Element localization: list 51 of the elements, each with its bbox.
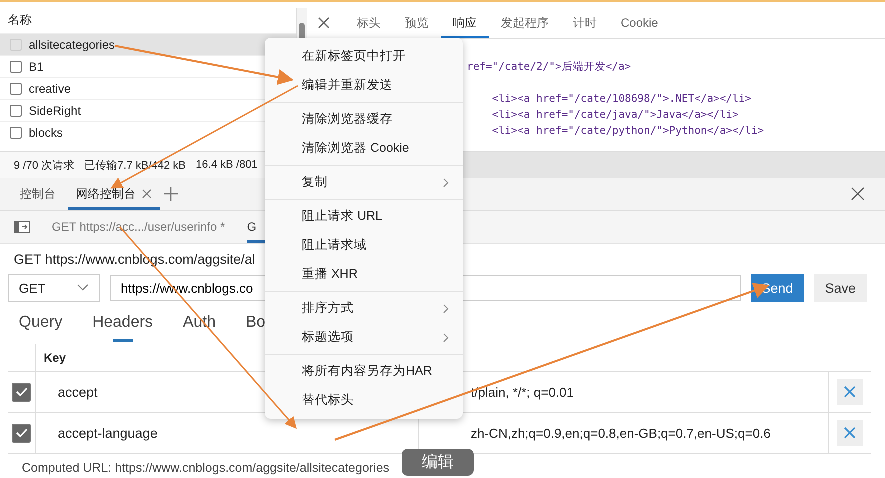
drawer-tab[interactable]: 网络控制台: [68, 178, 160, 210]
checkbox[interactable]: [12, 382, 31, 402]
delete-button[interactable]: [837, 420, 863, 446]
column-header: 名称: [7, 12, 33, 29]
panel-tab[interactable]: 计时: [561, 8, 609, 38]
code-line: <li><a href="/cate/python/">Python</a></li>: [491, 124, 766, 139]
sidebar-toggle-icon[interactable]: [14, 221, 30, 233]
code-line: <li><a href="/cate/108698/">.NET</a></li>: [491, 92, 752, 107]
checkbox[interactable]: [12, 424, 31, 442]
panel-tab[interactable]: Cookie: [609, 8, 670, 38]
panel-tab[interactable]: 发起程序: [489, 8, 561, 38]
plus-icon[interactable]: [164, 187, 178, 201]
method-select[interactable]: GET: [8, 274, 100, 302]
menu-item[interactable]: 标题选项: [265, 323, 463, 352]
menu-item[interactable]: 阻止请求 URL: [265, 202, 463, 231]
drawer-tab[interactable]: 控制台: [12, 178, 64, 210]
close-icon[interactable]: [851, 187, 865, 201]
section-tab[interactable]: Query: [19, 314, 63, 342]
chevron-icon: [77, 284, 89, 292]
close-icon[interactable]: [317, 16, 331, 30]
caption-label: 编辑: [402, 449, 474, 476]
delete-button[interactable]: [837, 379, 863, 405]
computed-url: Computed URL: https://www.cnblogs.com/aggsite/allsitecategories: [22, 461, 390, 475]
close-icon[interactable]: [142, 189, 152, 199]
request-tab[interactable]: GET https://acc.../user/userinfo *: [52, 211, 226, 243]
menu-item[interactable]: 重播 XHR: [265, 260, 463, 289]
status-text: 9 /70 次请求: [14, 158, 75, 172]
menu-item[interactable]: 替代标头: [265, 386, 463, 415]
table-cell: t/plain, */*; q=0.01: [471, 384, 574, 400]
request-tab[interactable]: G: [247, 211, 267, 243]
check-icon: [16, 387, 28, 397]
code-line: ref="/cate/2/">后端开发</a>: [467, 60, 632, 75]
menu-item[interactable]: 排序方式: [265, 294, 463, 323]
status-text: 16.4 kB /801: [196, 159, 258, 171]
menu-item[interactable]: 复制: [265, 168, 463, 197]
table-cell: accept-language: [58, 426, 158, 440]
column-header: Key: [43, 350, 66, 364]
close-icon: [844, 427, 856, 439]
close-icon: [844, 386, 856, 398]
table-cell: zh-CN,zh;q=0.9,en;q=0.8,en-GB;q=0.7,en-US;q=0.6: [471, 426, 771, 440]
code-line: <li><a href="/cate/java/">Java</a></li>: [491, 108, 740, 123]
menu-item[interactable]: 阻止请求域: [265, 231, 463, 260]
panel-tab[interactable]: 标头: [345, 8, 393, 38]
section-tab[interactable]: Headers: [92, 314, 154, 342]
save-button[interactable]: Save: [814, 274, 867, 302]
check-icon: [16, 428, 28, 438]
section-tab[interactable]: Bo: [246, 314, 266, 342]
table-cell: accept: [58, 384, 98, 400]
request-item[interactable]: allsitecategories: [0, 33, 296, 55]
panel-tab[interactable]: 预览: [393, 8, 441, 38]
menu-item[interactable]: 将所有内容另存为HAR: [265, 357, 463, 386]
